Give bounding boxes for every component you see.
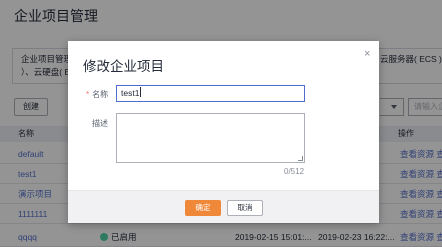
description-label: 描述	[92, 119, 108, 128]
edit-project-dialog: 修改企业项目 × * 名称 test1 描述 0/512 确定 取消	[68, 41, 379, 223]
confirm-button[interactable]: 确定	[185, 200, 221, 216]
cancel-button[interactable]: 取消	[227, 200, 263, 216]
name-label-text: 名称	[92, 90, 109, 99]
text-caret	[140, 87, 142, 97]
dialog-footer: 确定 取消	[68, 190, 379, 223]
dialog-title: 修改企业项目	[83, 59, 164, 74]
close-icon[interactable]: ×	[364, 48, 370, 60]
required-marker: *	[86, 90, 90, 99]
resize-handle-icon[interactable]	[298, 156, 303, 161]
name-field-value: test1	[121, 88, 140, 98]
name-label: * 名称	[86, 89, 108, 100]
name-field[interactable]: test1	[116, 85, 305, 102]
character-counter: 0/512	[284, 167, 305, 176]
description-textarea[interactable]	[116, 113, 305, 163]
